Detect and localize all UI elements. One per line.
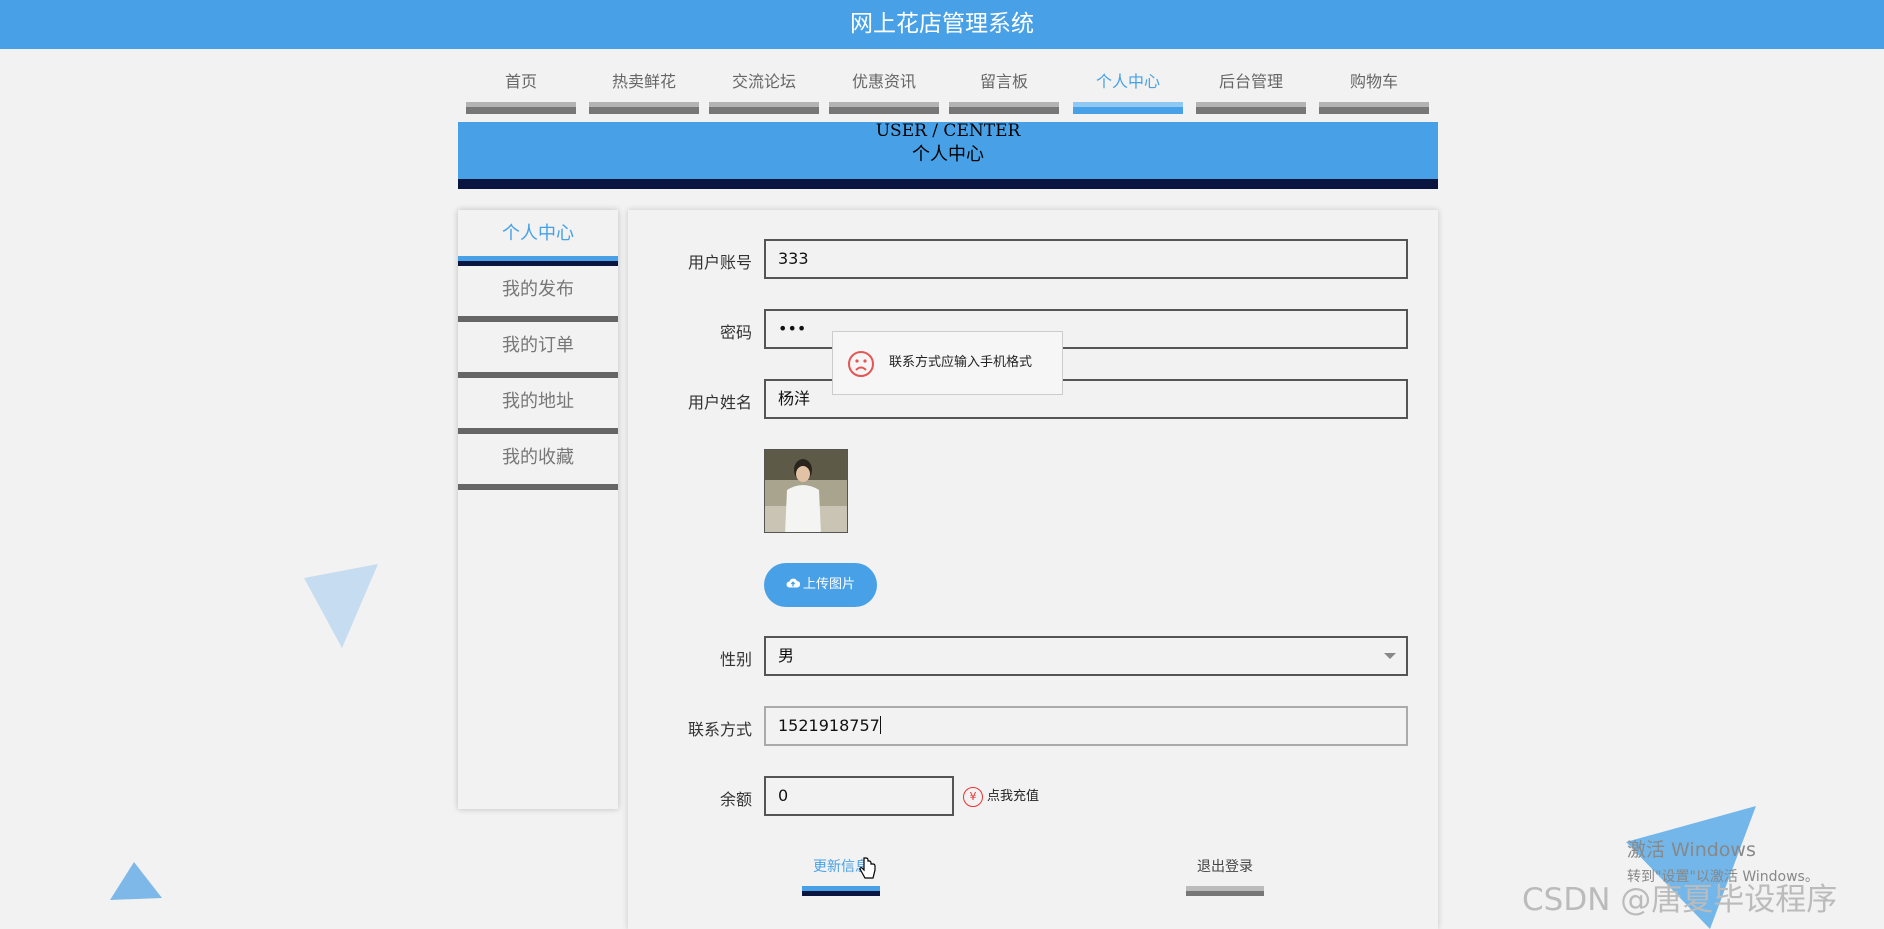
account-field[interactable]: 333	[764, 239, 1408, 279]
app-title-bar: 网上花店管理系统	[0, 0, 1884, 49]
logout-button[interactable]: 退出登录	[1186, 856, 1264, 896]
nav-item-user-center[interactable]: 个人中心	[1073, 70, 1183, 114]
chevron-down-icon	[1384, 653, 1396, 659]
nav-item-home[interactable]: 首页	[466, 70, 576, 114]
name-label: 用户姓名	[687, 393, 752, 412]
gender-value: 男	[778, 646, 795, 665]
nav-underline	[589, 102, 699, 114]
sidebar-item-label: 我的发布	[502, 279, 574, 300]
balance-field[interactable]: 0	[764, 776, 954, 816]
sidebar-item-user-center[interactable]: 个人中心	[458, 210, 618, 266]
nav-underline	[709, 102, 819, 114]
hand-cursor-icon	[859, 857, 876, 879]
nav-item-label: 后台管理	[1218, 72, 1283, 91]
recharge-link[interactable]: ¥ 点我充值	[963, 785, 1039, 807]
sidebar-item-my-orders[interactable]: 我的订单	[458, 322, 618, 378]
recharge-label: 点我充值	[987, 789, 1040, 804]
nav-underline	[949, 102, 1059, 114]
balance-label: 余额	[719, 790, 752, 809]
gender-label: 性别	[719, 650, 752, 669]
nav-underline	[829, 102, 939, 114]
nav-item-label: 交流论坛	[731, 72, 796, 91]
app-title: 网上花店管理系统	[850, 11, 1034, 37]
sad-face-icon	[848, 351, 874, 377]
avatar-photo	[765, 450, 847, 532]
password-label: 密码	[719, 323, 752, 342]
decorative-triangle	[304, 564, 378, 648]
tooltip-text: 联系方式应输入手机格式	[889, 355, 1033, 370]
sidebar-underline	[458, 256, 618, 266]
upload-image-button[interactable]: 上传图片	[764, 563, 877, 607]
balance-value: 0	[778, 786, 789, 805]
sidebar: 个人中心 我的发布 我的订单 我的地址 我的收藏	[458, 210, 618, 809]
nav-underline	[1319, 102, 1429, 114]
logout-label: 退出登录	[1197, 859, 1253, 875]
nav-item-label: 优惠资讯	[851, 72, 916, 91]
account-label: 用户账号	[687, 253, 752, 272]
decorative-triangle	[110, 862, 162, 900]
yen-icon: ¥	[963, 786, 983, 807]
phone-field[interactable]: 1521918757	[764, 706, 1408, 746]
avatar	[764, 449, 848, 533]
button-underline	[1186, 886, 1264, 896]
account-value: 333	[778, 249, 809, 268]
banner-title-en: USER / CENTER	[875, 121, 1021, 141]
banner-title-cn: 个人中心	[912, 144, 984, 165]
nav-item-promotions[interactable]: 优惠资讯	[829, 70, 939, 114]
gender-select[interactable]: 男	[764, 636, 1408, 676]
button-underline	[802, 886, 880, 896]
sidebar-item-my-addresses[interactable]: 我的地址	[458, 378, 618, 434]
upload-image-label: 上传图片	[802, 577, 855, 592]
nav-underline	[466, 102, 576, 114]
sidebar-item-label: 我的收藏	[502, 447, 574, 468]
nav-item-cart[interactable]: 购物车	[1319, 70, 1429, 114]
name-value: 杨洋	[778, 389, 811, 408]
nav-item-message-board[interactable]: 留言板	[949, 70, 1059, 114]
nav-underline	[1196, 102, 1306, 114]
text-caret	[879, 716, 881, 734]
phone-label: 联系方式	[687, 720, 752, 739]
nav-item-label: 购物车	[1349, 72, 1398, 91]
validation-tooltip: 联系方式应输入手机格式	[832, 331, 1063, 395]
nav-item-admin[interactable]: 后台管理	[1196, 70, 1306, 114]
sidebar-item-label: 我的地址	[502, 391, 574, 412]
csdn-watermark: CSDN @唐夏毕设程序	[1522, 882, 1838, 918]
section-banner: USER / CENTER 个人中心	[458, 122, 1438, 189]
password-value: •••	[778, 319, 807, 338]
nav-item-label: 留言板	[979, 72, 1028, 91]
nav-item-label: 首页	[504, 72, 537, 91]
cloud-upload-icon	[786, 578, 801, 588]
windows-activation-title: 激活 Windows	[1627, 839, 1756, 861]
sidebar-underline	[458, 484, 618, 490]
sidebar-item-my-favorites[interactable]: 我的收藏	[458, 434, 618, 490]
sidebar-item-my-posts[interactable]: 我的发布	[458, 266, 618, 322]
nav-item-hot-flowers[interactable]: 热卖鲜花	[589, 70, 699, 114]
sidebar-item-label: 我的订单	[502, 335, 574, 356]
nav-item-forum[interactable]: 交流论坛	[709, 70, 819, 114]
phone-value: 1521918757	[778, 716, 880, 735]
nav-item-label: 热卖鲜花	[611, 72, 676, 91]
sidebar-item-label: 个人中心	[502, 223, 574, 244]
nav-underline	[1073, 102, 1183, 114]
nav-item-label: 个人中心	[1095, 72, 1160, 91]
